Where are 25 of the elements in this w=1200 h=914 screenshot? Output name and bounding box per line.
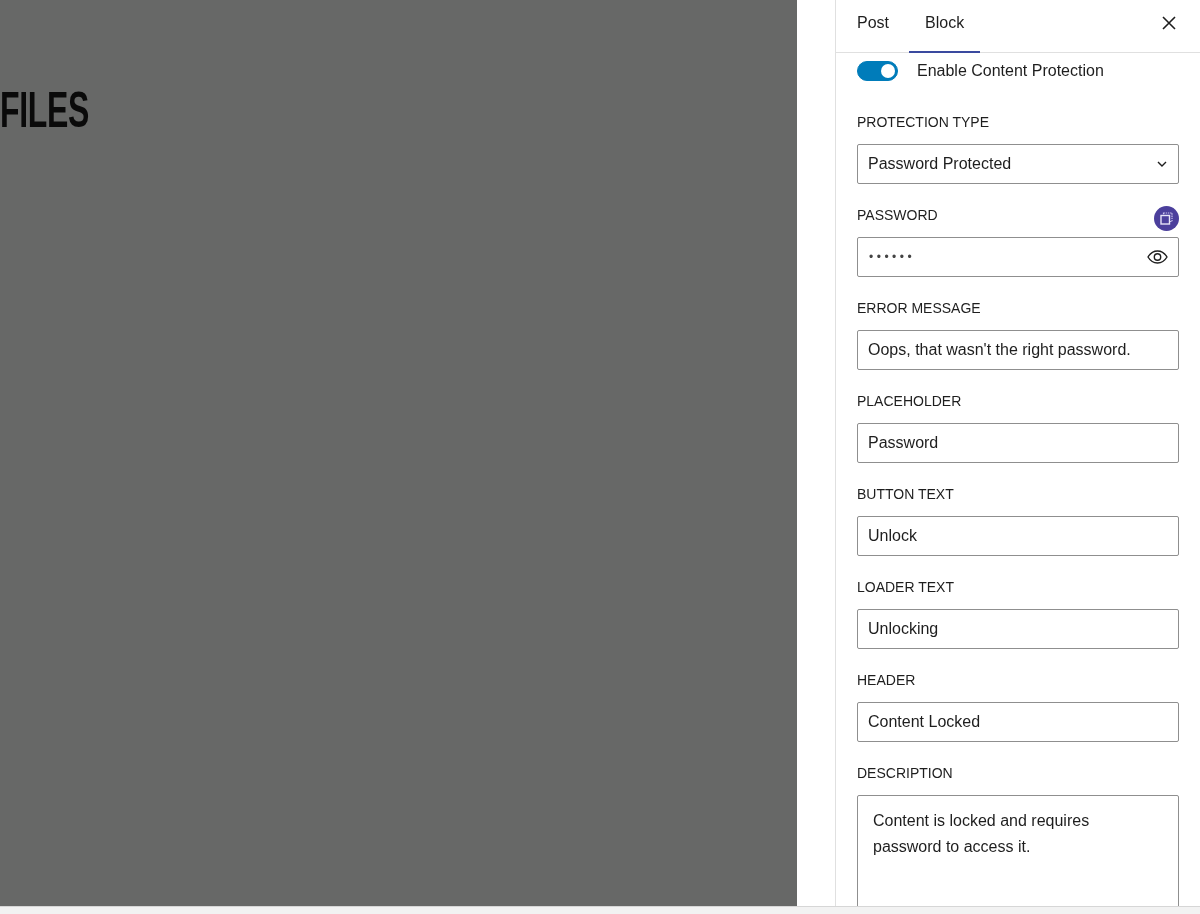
text-field[interactable]: Unlocking: [857, 609, 1179, 649]
sidebar-tab[interactable]: Block: [909, 0, 981, 53]
copy-icon[interactable]: [1154, 205, 1179, 231]
field-label: PROTECTION TYPE: [857, 114, 989, 130]
toggle-switch[interactable]: [857, 61, 898, 81]
sidebar-tab[interactable]: Post: [841, 0, 905, 53]
text-field[interactable]: Oops, that wasn't the right password.: [857, 330, 1179, 370]
text-field[interactable]: Content Locked: [857, 702, 1179, 742]
text-field[interactable]: Password: [857, 423, 1179, 463]
eye-icon[interactable]: [1147, 250, 1168, 264]
field-label: LOADER TEXT: [857, 579, 954, 595]
page-heading: FILES: [0, 86, 90, 134]
field-label: ERROR MESSAGE: [857, 300, 981, 316]
field-label: HEADER: [857, 672, 916, 688]
password-field[interactable]: ••••••: [857, 237, 1179, 277]
caret-icon: [1157, 161, 1167, 167]
text-field[interactable]: Unlock: [857, 516, 1179, 556]
field-label: BUTTON TEXT: [857, 486, 954, 502]
protection-type-select[interactable]: Password Protected: [857, 144, 1179, 184]
text-area[interactable]: Content is locked and requires password to access it.: [857, 795, 1179, 906]
field-label: PLACEHOLDER: [857, 393, 962, 409]
field-label: DESCRIPTION: [857, 765, 953, 781]
close-icon: [1162, 16, 1176, 30]
toggle-label: Enable Content Protection: [917, 62, 1104, 80]
field-label: PASSWORD: [857, 207, 938, 223]
